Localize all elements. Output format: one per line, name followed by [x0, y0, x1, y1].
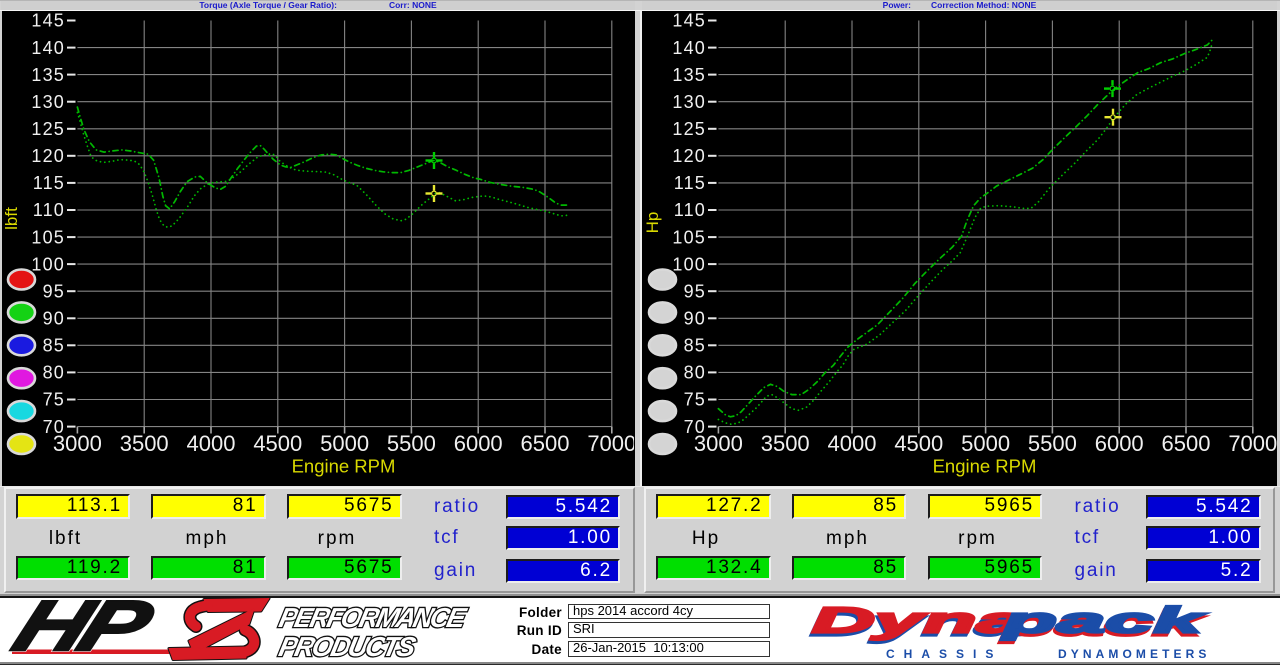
svg-text:4000: 4000	[827, 431, 876, 456]
svg-text:135: 135	[31, 65, 65, 85]
svg-text:CHASSIS: CHASSIS	[886, 647, 1002, 661]
svg-text:145: 145	[672, 11, 706, 31]
svg-text:140: 140	[672, 38, 706, 58]
svg-text:3500: 3500	[761, 431, 810, 456]
svg-text:PRODUCTS: PRODUCTS	[276, 631, 419, 662]
svg-text:7000: 7000	[1228, 431, 1277, 456]
svg-text:5000: 5000	[320, 431, 369, 456]
svg-text:4500: 4500	[253, 431, 302, 456]
svg-text:115: 115	[674, 173, 706, 193]
svg-text:75: 75	[683, 390, 705, 410]
svg-text:110: 110	[674, 200, 706, 220]
svg-text:125: 125	[672, 119, 706, 139]
svg-text:110: 110	[33, 200, 65, 220]
svg-text:145: 145	[31, 11, 65, 31]
svg-text:120: 120	[672, 146, 706, 166]
svg-text:3000: 3000	[694, 431, 743, 456]
svg-text:7000: 7000	[587, 431, 634, 456]
svg-text:100: 100	[672, 254, 706, 274]
svg-text:6500: 6500	[1161, 431, 1210, 456]
svg-text:125: 125	[31, 119, 65, 139]
svg-text:4500: 4500	[894, 431, 943, 456]
svg-text:85: 85	[683, 336, 705, 356]
svg-text:90: 90	[43, 309, 65, 329]
svg-text:3000: 3000	[53, 431, 102, 456]
svg-text:85: 85	[43, 336, 65, 356]
svg-text:3500: 3500	[120, 431, 169, 456]
svg-text:5500: 5500	[1028, 431, 1077, 456]
svg-text:115: 115	[33, 173, 65, 193]
svg-text:HP: HP	[3, 597, 164, 665]
svg-text:6000: 6000	[1095, 431, 1144, 456]
svg-text:120: 120	[31, 146, 65, 166]
svg-text:100: 100	[31, 254, 65, 274]
svg-text:130: 130	[672, 92, 706, 112]
svg-text:Engine RPM: Engine RPM	[292, 456, 396, 477]
svg-text:90: 90	[683, 309, 705, 329]
svg-text:6000: 6000	[454, 431, 503, 456]
svg-text:95: 95	[683, 281, 705, 301]
svg-text:105: 105	[672, 227, 706, 247]
svg-text:130: 130	[31, 92, 65, 112]
svg-text:Engine RPM: Engine RPM	[932, 456, 1036, 477]
svg-text:4000: 4000	[187, 431, 236, 456]
svg-text:135: 135	[672, 65, 706, 85]
svg-text:pack: pack	[1001, 601, 1206, 641]
svg-text:95: 95	[43, 281, 65, 301]
svg-text:6500: 6500	[521, 431, 570, 456]
svg-text:80: 80	[43, 363, 65, 383]
svg-text:PERFORMANCE: PERFORMANCE	[276, 602, 470, 633]
svg-text:DYNAMOMETERS: DYNAMOMETERS	[1058, 647, 1211, 661]
svg-text:Hp: Hp	[643, 212, 662, 234]
svg-text:5000: 5000	[961, 431, 1010, 456]
svg-text:140: 140	[31, 38, 65, 58]
svg-text:80: 80	[683, 363, 705, 383]
svg-text:5500: 5500	[387, 431, 436, 456]
svg-text:lbft: lbft	[2, 207, 21, 230]
svg-text:Dyna: Dyna	[812, 601, 1025, 641]
svg-text:75: 75	[43, 390, 65, 410]
svg-text:105: 105	[31, 227, 65, 247]
